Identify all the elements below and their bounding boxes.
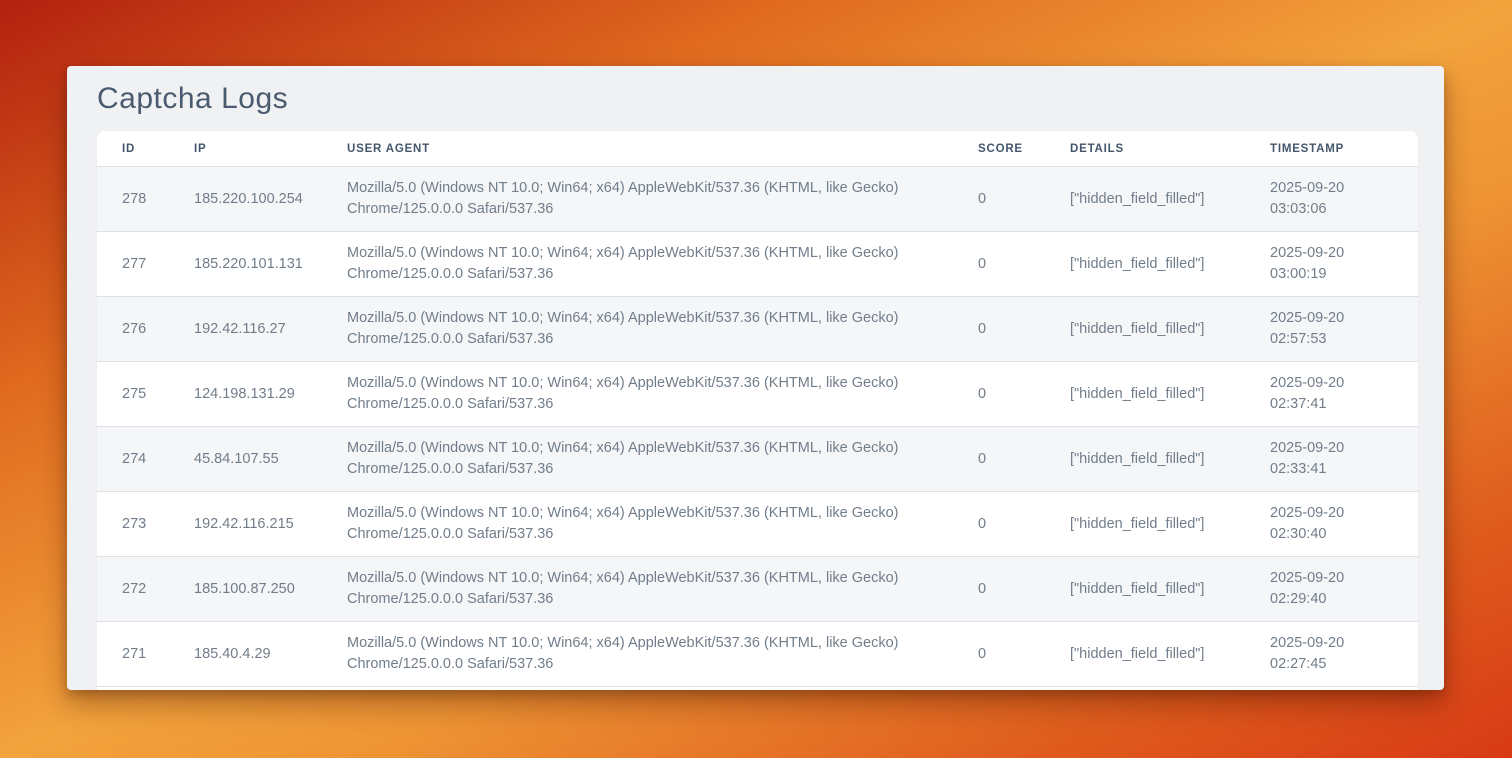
cell-ip: 124.198.131.29 [169,362,322,427]
cell-score: 0 [953,232,1045,297]
cell-user_agent: Mozilla/5.0 (Windows NT 10.0; Win64; x64… [322,297,953,362]
logs-table-container: ID IP USER AGENT SCORE DETAILS TIMESTAMP… [97,131,1418,690]
page-background: { "page": { "title": "Captcha Logs" }, "… [0,0,1512,758]
cell-timestamp: 2025-09-20 03:03:06 [1245,167,1418,232]
column-header-id: ID [97,131,169,167]
page-title: Captcha Logs [97,82,288,116]
table-row: 278185.220.100.254Mozilla/5.0 (Windows N… [97,167,1418,232]
table-row: 273192.42.116.215Mozilla/5.0 (Windows NT… [97,492,1418,557]
cell-id: 272 [97,557,169,622]
logs-table: ID IP USER AGENT SCORE DETAILS TIMESTAMP… [97,131,1418,687]
cell-details: ["hidden_field_filled"] [1045,297,1245,362]
cell-user_agent: Mozilla/5.0 (Windows NT 10.0; Win64; x64… [322,167,953,232]
cell-id: 276 [97,297,169,362]
table-row: 271185.40.4.29Mozilla/5.0 (Windows NT 10… [97,622,1418,687]
cell-ip: 185.220.100.254 [169,167,322,232]
cell-details: ["hidden_field_filled"] [1045,167,1245,232]
cell-ip: 185.40.4.29 [169,622,322,687]
column-header-ip: IP [169,131,322,167]
cell-timestamp: 2025-09-20 02:29:40 [1245,557,1418,622]
cell-details: ["hidden_field_filled"] [1045,362,1245,427]
cell-score: 0 [953,622,1045,687]
cell-timestamp: 2025-09-20 02:27:45 [1245,622,1418,687]
cell-details: ["hidden_field_filled"] [1045,557,1245,622]
cell-ip: 192.42.116.215 [169,492,322,557]
cell-score: 0 [953,362,1045,427]
cell-score: 0 [953,427,1045,492]
cell-user_agent: Mozilla/5.0 (Windows NT 10.0; Win64; x64… [322,362,953,427]
table-row: 272185.100.87.250Mozilla/5.0 (Windows NT… [97,557,1418,622]
column-header-score: SCORE [953,131,1045,167]
cell-details: ["hidden_field_filled"] [1045,232,1245,297]
cell-details: ["hidden_field_filled"] [1045,622,1245,687]
cell-score: 0 [953,492,1045,557]
cell-ip: 45.84.107.55 [169,427,322,492]
captcha-logs-card: Captcha Logs ID IP USER AGENT SCORE DETA… [67,66,1444,690]
table-row: 277185.220.101.131Mozilla/5.0 (Windows N… [97,232,1418,297]
cell-score: 0 [953,297,1045,362]
cell-ip: 185.100.87.250 [169,557,322,622]
cell-user_agent: Mozilla/5.0 (Windows NT 10.0; Win64; x64… [322,492,953,557]
table-header-row: ID IP USER AGENT SCORE DETAILS TIMESTAMP [97,131,1418,167]
cell-id: 275 [97,362,169,427]
table-row: 27445.84.107.55Mozilla/5.0 (Windows NT 1… [97,427,1418,492]
cell-details: ["hidden_field_filled"] [1045,427,1245,492]
cell-timestamp: 2025-09-20 02:33:41 [1245,427,1418,492]
table-row: 276192.42.116.27Mozilla/5.0 (Windows NT … [97,297,1418,362]
cell-timestamp: 2025-09-20 02:57:53 [1245,297,1418,362]
cell-id: 277 [97,232,169,297]
cell-id: 278 [97,167,169,232]
cell-id: 274 [97,427,169,492]
cell-score: 0 [953,557,1045,622]
cell-timestamp: 2025-09-20 02:37:41 [1245,362,1418,427]
column-header-user-agent: USER AGENT [322,131,953,167]
cell-user_agent: Mozilla/5.0 (Windows NT 10.0; Win64; x64… [322,557,953,622]
cell-timestamp: 2025-09-20 02:30:40 [1245,492,1418,557]
table-body: 278185.220.100.254Mozilla/5.0 (Windows N… [97,167,1418,687]
cell-user_agent: Mozilla/5.0 (Windows NT 10.0; Win64; x64… [322,427,953,492]
cell-user_agent: Mozilla/5.0 (Windows NT 10.0; Win64; x64… [322,622,953,687]
cell-details: ["hidden_field_filled"] [1045,492,1245,557]
table-row: 275124.198.131.29Mozilla/5.0 (Windows NT… [97,362,1418,427]
column-header-timestamp: TIMESTAMP [1245,131,1418,167]
cell-score: 0 [953,167,1045,232]
cell-ip: 185.220.101.131 [169,232,322,297]
column-header-details: DETAILS [1045,131,1245,167]
cell-id: 271 [97,622,169,687]
cell-user_agent: Mozilla/5.0 (Windows NT 10.0; Win64; x64… [322,232,953,297]
cell-id: 273 [97,492,169,557]
cell-timestamp: 2025-09-20 03:00:19 [1245,232,1418,297]
cell-ip: 192.42.116.27 [169,297,322,362]
